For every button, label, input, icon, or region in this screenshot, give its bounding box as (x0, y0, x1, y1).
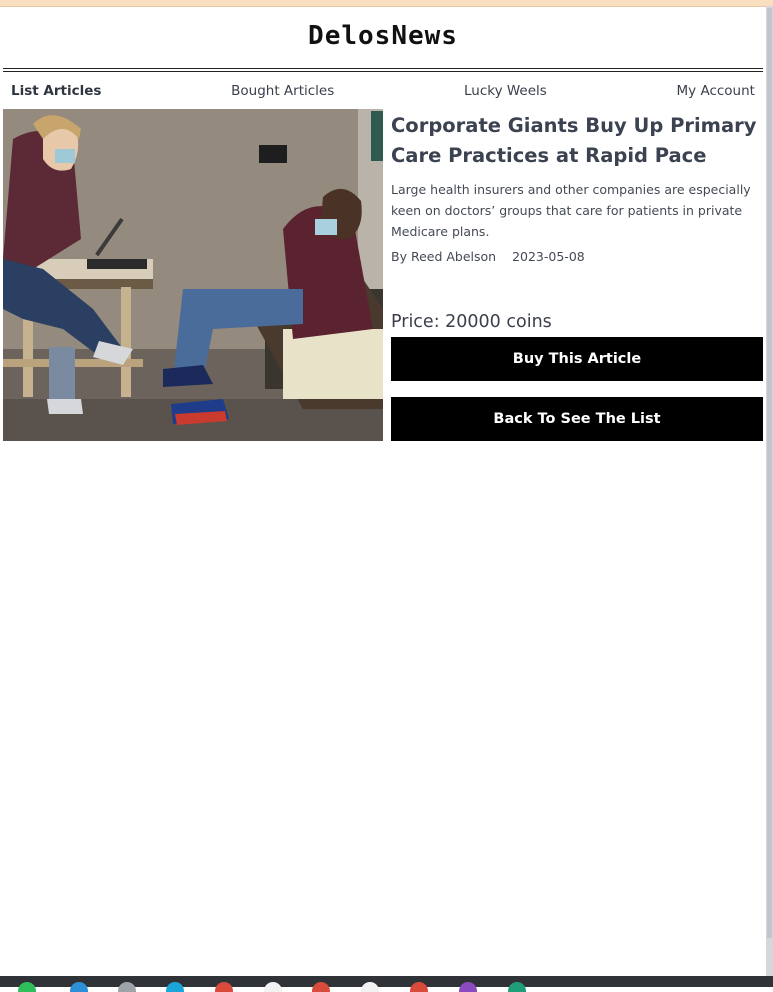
article-price: Price: 20000 coins (391, 312, 552, 332)
buy-article-button[interactable]: Buy This Article (391, 337, 763, 381)
article-meta: By Reed Abelson 2023-05-08 (391, 249, 763, 264)
taskbar-app-icon[interactable] (70, 982, 88, 992)
nav-bought-articles[interactable]: Bought Articles (223, 83, 342, 99)
taskbar-app-icon[interactable] (118, 982, 136, 992)
taskbar-app-icon[interactable] (361, 982, 379, 992)
scrollbar-thumb[interactable] (767, 8, 772, 938)
header-divider-top (3, 68, 763, 69)
site-logo[interactable]: DelosNews (308, 21, 458, 51)
taskbar-app-icon[interactable] (459, 982, 477, 992)
taskbar-app-icon[interactable] (166, 982, 184, 992)
taskbar-app-icon[interactable] (215, 982, 233, 992)
main-nav: List Articles Bought Articles Lucky Weel… (3, 76, 763, 106)
article-summary: Large health insurers and other companie… (391, 179, 763, 242)
article-date: 2023-05-08 (512, 249, 585, 264)
article-author: By Reed Abelson (391, 249, 496, 264)
os-taskbar (0, 976, 773, 987)
article-photo (3, 109, 383, 441)
article-title: Corporate Giants Buy Up Primary Care Pra… (391, 111, 763, 171)
site-header: DelosNews (0, 6, 766, 66)
taskbar-app-icon[interactable] (18, 982, 36, 992)
article-detail: Corporate Giants Buy Up Primary Care Pra… (391, 109, 763, 264)
taskbar-app-icon[interactable] (264, 982, 282, 992)
back-to-list-button[interactable]: Back To See The List (391, 397, 763, 441)
article-photo-illustration (3, 109, 383, 441)
taskbar-app-icon[interactable] (508, 982, 526, 992)
vertical-scrollbar[interactable] (766, 6, 773, 976)
nav-my-account[interactable]: My Account (669, 83, 763, 99)
header-divider-bottom (3, 71, 763, 72)
taskbar-app-icon[interactable] (312, 982, 330, 992)
nav-list-articles[interactable]: List Articles (3, 83, 109, 99)
taskbar-app-icon[interactable] (410, 982, 428, 992)
nav-lucky-weels[interactable]: Lucky Weels (456, 83, 555, 99)
